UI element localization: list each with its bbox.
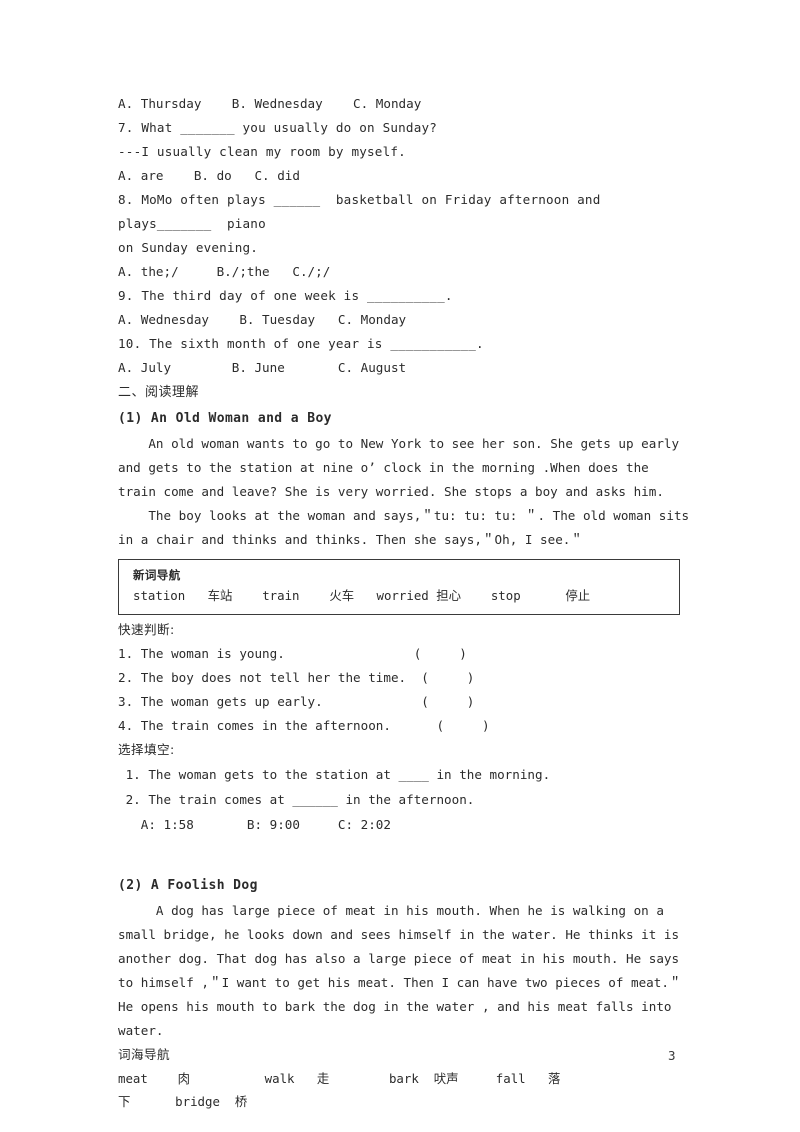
page-number: 3 — [668, 1048, 676, 1063]
question-6-options: A. Thursday B. Wednesday C. Monday — [118, 96, 422, 111]
question-7-answer: ---I usually clean my room by myself. — [118, 144, 406, 159]
passage-one-vocabulary-box: 新词导航 station 车站 train 火车 worried 担心 stop… — [118, 559, 680, 615]
fill-in-blank-item-1[interactable]: 1. The woman gets to the station at ____… — [118, 762, 690, 787]
true-false-item-3[interactable]: 3. The woman gets up early. ( ) — [118, 690, 690, 714]
passage-one-paragraph-2: The boy looks at the woman and says,＂tu:… — [118, 508, 697, 547]
question-10-stem: 10. The sixth month of one year is _____… — [118, 336, 484, 351]
vocabulary-box-entries: station 车站 train 火车 worried 担心 stop 停止 — [133, 588, 591, 603]
fill-in-blank-options[interactable]: A: 1:58 B: 9:00 C: 2:02 — [118, 812, 690, 837]
fill-in-blank-label: 选择填空: — [118, 742, 175, 757]
question-10-options: A. July B. June C. August — [118, 360, 407, 375]
question-8-stem-line-2: on Sunday evening. — [118, 240, 259, 255]
question-7-options: A. are B. do C. did — [118, 168, 300, 183]
vocabulary-box-title: 新词导航 — [133, 568, 181, 582]
passage-spacer — [118, 837, 690, 873]
true-false-label: 快速判断: — [118, 622, 175, 637]
question-7-stem: 7. What _______ you usually do on Sunday… — [118, 120, 438, 135]
passage-two-vocabulary-line-1: meat 肉 walk 走 bark 吠声 fall 落 — [118, 1071, 561, 1086]
passage-two-vocabulary-line-2: 下 bridge 桥 — [118, 1094, 248, 1109]
passage-one-title: (1) An Old Woman and a Boy — [118, 411, 332, 426]
question-8-stem-line-1: 8. MoMo often plays ______ basketball on… — [118, 192, 609, 231]
page-content: A. Thursday B. Wednesday C. Monday 7. Wh… — [118, 92, 690, 1113]
question-9-stem: 9. The third day of one week is ________… — [118, 288, 453, 303]
passage-two-title: (2) A Foolish Dog — [118, 878, 258, 893]
question-9-options: A. Wednesday B. Tuesday C. Monday — [118, 312, 407, 327]
question-8-options: A. the;/ B./;the C./;/ — [118, 264, 331, 279]
passage-two-paragraph-1: A dog has large piece of meat in his mou… — [118, 903, 690, 1038]
document-page: A. Thursday B. Wednesday C. Monday 7. Wh… — [0, 0, 800, 1132]
passage-two-vocabulary-title: 词海导航 — [118, 1047, 170, 1062]
true-false-item-2[interactable]: 2. The boy does not tell her the time. (… — [118, 666, 690, 690]
section-heading-reading-comprehension: 二、阅读理解 — [118, 385, 200, 400]
true-false-item-1[interactable]: 1. The woman is young. ( ) — [118, 642, 690, 666]
fill-in-blank-item-2[interactable]: 2. The train comes at ______ in the afte… — [118, 787, 690, 812]
true-false-item-4[interactable]: 4. The train comes in the afternoon. ( ) — [118, 714, 690, 738]
passage-one-paragraph-1: An old woman wants to go to New York to … — [118, 436, 687, 499]
